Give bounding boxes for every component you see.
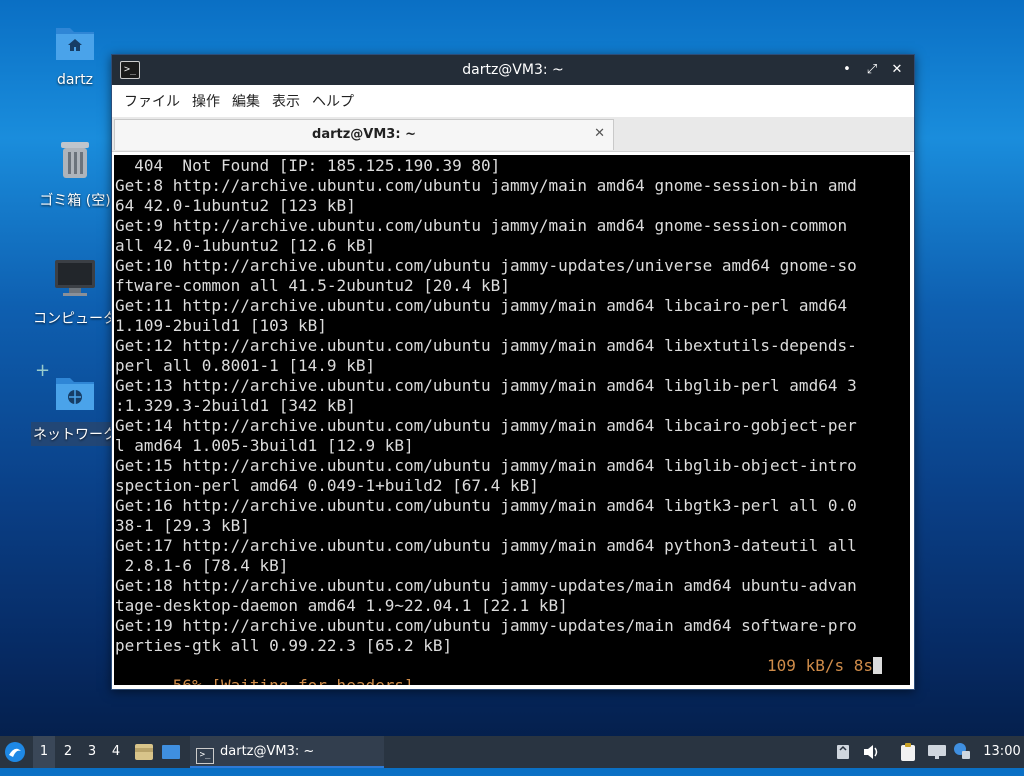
file-manager-icon [135, 744, 153, 760]
apt-progress-status: 56% [Waiting for headers] 109 kB/s 8s [115, 656, 910, 685]
clock[interactable]: 13:00 [982, 736, 1022, 768]
terminal-line: l amd64 1.005-3build1 [12.9 kB] [115, 436, 414, 455]
terminal-task-icon: >_ [196, 748, 214, 764]
clipboard-icon [901, 743, 915, 761]
volume-tray-button[interactable] [862, 736, 882, 768]
terminal-line: Get:15 http://archive.ubuntu.com/ubuntu … [115, 456, 857, 475]
desktop-icon [162, 745, 180, 759]
close-button[interactable]: ✕ [888, 61, 906, 79]
file-manager-launcher[interactable] [134, 736, 156, 768]
network-icon [928, 745, 946, 759]
status-left: 56% [Waiting for headers] [173, 676, 414, 685]
window-title: dartz@VM3: ~ [462, 62, 564, 78]
terminal-line: 1.109-2build1 [103 kB] [115, 316, 327, 335]
terminal-cursor [873, 657, 882, 674]
taskbar-task-label: dartz@VM3: ~ [220, 744, 315, 759]
terminal-line: 2.8.1-6 [78.4 kB] [115, 556, 289, 575]
volume-icon [864, 745, 878, 759]
home-folder-icon [56, 28, 94, 60]
taskbar: 1 2 3 4 >_ dartz@VM3: ~ 13:00 [0, 736, 1024, 768]
terminal-line: 64 42.0-1ubuntu2 [123 kB] [115, 196, 356, 215]
desktop-icon-trash[interactable]: ゴミ箱 (空) [25, 138, 125, 210]
workspace-2[interactable]: 2 [57, 736, 79, 768]
terminal-line: Get:17 http://archive.ubuntu.com/ubuntu … [115, 536, 857, 555]
terminal-line: 38-1 [29.3 kB] [115, 516, 250, 535]
desktop-icon-network[interactable]: + ネットワーク [25, 360, 125, 446]
workspace-4[interactable]: 4 [105, 736, 127, 768]
terminal-line: 404 Not Found [IP: 185.125.190.39 80] [115, 156, 501, 175]
menu-view[interactable]: 表示 [266, 91, 306, 111]
tab-label: dartz@VM3: ~ [312, 127, 416, 142]
trash-icon [61, 142, 89, 178]
update-icon [837, 745, 849, 759]
terminal-line: spection-perl amd64 0.049-1+build2 [67.4… [115, 476, 539, 495]
menu-bar: ファイル 操作 編集 表示 ヘルプ [112, 85, 914, 117]
tab-terminal[interactable]: dartz@VM3: ~ ✕ [114, 119, 614, 150]
menu-action[interactable]: 操作 [186, 91, 226, 111]
menu-file[interactable]: ファイル [118, 91, 186, 111]
network-tray-button[interactable] [927, 736, 949, 768]
desktop-icon-home[interactable]: dartz [25, 22, 125, 88]
terminal-line: Get:19 http://archive.ubuntu.com/ubuntu … [115, 616, 857, 635]
start-menu-button[interactable] [4, 736, 30, 768]
network-folder-icon [56, 378, 94, 410]
tab-close-icon[interactable]: ✕ [594, 126, 605, 141]
update-tray-button[interactable] [836, 736, 854, 768]
terminal-output[interactable]: 404 Not Found [IP: 185.125.190.39 80] Ge… [114, 155, 910, 685]
desktop-label: dartz [56, 72, 94, 88]
show-desktop-button[interactable] [161, 736, 183, 768]
desktop-label: コンピュータ [33, 311, 117, 327]
taskbar-task-terminal[interactable]: >_ dartz@VM3: ~ [190, 736, 384, 768]
terminal-line: Get:14 http://archive.ubuntu.com/ubuntu … [115, 416, 857, 435]
terminal-line: all 42.0-1ubuntu2 [12.6 kB] [115, 236, 376, 255]
terminal-line: Get:9 http://archive.ubuntu.com/ubuntu j… [115, 216, 848, 235]
menu-edit[interactable]: 編集 [226, 91, 266, 111]
tab-bar: dartz@VM3: ~ ✕ [112, 117, 914, 152]
notification-tray-button[interactable] [953, 736, 973, 768]
terminal-line: Get:13 http://archive.ubuntu.com/ubuntu … [115, 376, 857, 395]
maximize-button[interactable]: ⤢ [863, 61, 881, 79]
clipboard-tray-button[interactable] [900, 736, 920, 768]
desktop-label: ゴミ箱 (空) [39, 193, 111, 209]
window-titlebar[interactable]: >_ dartz@VM3: ~ • ⤢ ✕ [112, 55, 914, 85]
desktop-label: ネットワーク [31, 422, 119, 446]
terminal-window: >_ dartz@VM3: ~ • ⤢ ✕ ファイル 操作 編集 表示 ヘルプ … [111, 54, 915, 690]
status-right: 109 kB/s 8s [767, 656, 873, 675]
workspace-3[interactable]: 3 [81, 736, 103, 768]
terminal-line: tage-desktop-daemon amd64 1.9~22.04.1 [2… [115, 596, 568, 615]
terminal-line: Get:10 http://archive.ubuntu.com/ubuntu … [115, 256, 857, 275]
terminal-line: perl all 0.8001-1 [14.9 kB] [115, 356, 376, 375]
workspace-1[interactable]: 1 [33, 736, 55, 768]
menu-help[interactable]: ヘルプ [306, 91, 360, 111]
terminal-line: Get:12 http://archive.ubuntu.com/ubuntu … [115, 336, 857, 355]
lubuntu-logo-icon [5, 742, 25, 762]
terminal-line: Get:18 http://archive.ubuntu.com/ubuntu … [115, 576, 857, 595]
terminal-line: Get:8 http://archive.ubuntu.com/ubuntu j… [115, 176, 857, 195]
desktop-icon-computer[interactable]: コンピュータ [25, 256, 125, 328]
terminal-line: :1.329.3-2build1 [342 kB] [115, 396, 356, 415]
terminal-line: Get:16 http://archive.ubuntu.com/ubuntu … [115, 496, 857, 515]
terminal-line: Get:11 http://archive.ubuntu.com/ubuntu … [115, 296, 848, 315]
terminal-line: perties-gtk all 0.99.22.3 [65.2 kB] [115, 636, 453, 655]
notification-icon [954, 743, 970, 759]
minimize-button[interactable]: • [838, 61, 856, 79]
terminal-line: ftware-common all 41.5-2ubuntu2 [20.4 kB… [115, 276, 510, 295]
add-icon: + [35, 360, 51, 381]
computer-icon [55, 260, 95, 296]
